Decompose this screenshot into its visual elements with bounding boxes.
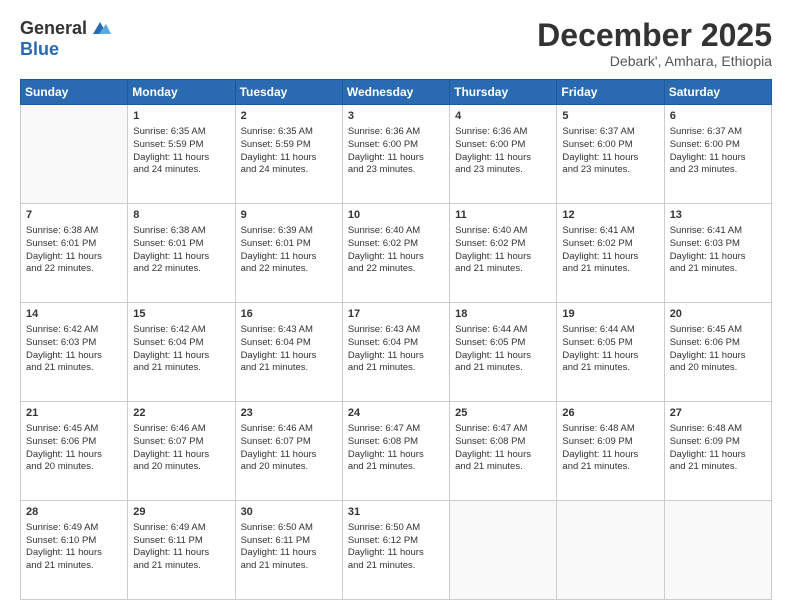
- calendar-cell: 1Sunrise: 6:35 AMSunset: 5:59 PMDaylight…: [128, 105, 235, 204]
- day-number: 25: [455, 406, 551, 421]
- calendar-cell: 19Sunrise: 6:44 AMSunset: 6:05 PMDayligh…: [557, 303, 664, 402]
- logo-general-text: General: [20, 18, 87, 39]
- calendar-cell: 2Sunrise: 6:35 AMSunset: 5:59 PMDaylight…: [235, 105, 342, 204]
- calendar-cell: 21Sunrise: 6:45 AMSunset: 6:06 PMDayligh…: [21, 402, 128, 501]
- logo: General Blue: [20, 18, 111, 60]
- calendar-header-row: SundayMondayTuesdayWednesdayThursdayFrid…: [21, 80, 772, 105]
- calendar-cell: 16Sunrise: 6:43 AMSunset: 6:04 PMDayligh…: [235, 303, 342, 402]
- calendar-cell: 4Sunrise: 6:36 AMSunset: 6:00 PMDaylight…: [450, 105, 557, 204]
- day-number: 3: [348, 109, 444, 124]
- calendar-cell: [450, 501, 557, 600]
- calendar-cell: 14Sunrise: 6:42 AMSunset: 6:03 PMDayligh…: [21, 303, 128, 402]
- calendar-cell: 11Sunrise: 6:40 AMSunset: 6:02 PMDayligh…: [450, 204, 557, 303]
- calendar-day-header: Wednesday: [342, 80, 449, 105]
- day-number: 17: [348, 307, 444, 322]
- calendar-cell: 17Sunrise: 6:43 AMSunset: 6:04 PMDayligh…: [342, 303, 449, 402]
- day-number: 18: [455, 307, 551, 322]
- calendar-cell: [557, 501, 664, 600]
- page: General Blue December 2025 Debark', Amha…: [0, 0, 792, 612]
- calendar-week-row: 21Sunrise: 6:45 AMSunset: 6:06 PMDayligh…: [21, 402, 772, 501]
- calendar-cell: [21, 105, 128, 204]
- calendar-cell: 30Sunrise: 6:50 AMSunset: 6:11 PMDayligh…: [235, 501, 342, 600]
- day-number: 6: [670, 109, 766, 124]
- calendar-cell: 18Sunrise: 6:44 AMSunset: 6:05 PMDayligh…: [450, 303, 557, 402]
- day-number: 30: [241, 505, 337, 520]
- day-number: 26: [562, 406, 658, 421]
- day-number: 10: [348, 208, 444, 223]
- day-number: 4: [455, 109, 551, 124]
- day-number: 22: [133, 406, 229, 421]
- day-number: 15: [133, 307, 229, 322]
- calendar-day-header: Saturday: [664, 80, 771, 105]
- calendar-cell: 25Sunrise: 6:47 AMSunset: 6:08 PMDayligh…: [450, 402, 557, 501]
- logo-icon: [89, 20, 111, 38]
- calendar-cell: 24Sunrise: 6:47 AMSunset: 6:08 PMDayligh…: [342, 402, 449, 501]
- title-block: December 2025 Debark', Amhara, Ethiopia: [537, 18, 772, 69]
- calendar-table: SundayMondayTuesdayWednesdayThursdayFrid…: [20, 79, 772, 600]
- calendar-cell: 6Sunrise: 6:37 AMSunset: 6:00 PMDaylight…: [664, 105, 771, 204]
- day-number: 2: [241, 109, 337, 124]
- day-number: 27: [670, 406, 766, 421]
- day-number: 5: [562, 109, 658, 124]
- calendar-cell: 13Sunrise: 6:41 AMSunset: 6:03 PMDayligh…: [664, 204, 771, 303]
- calendar-day-header: Tuesday: [235, 80, 342, 105]
- day-number: 19: [562, 307, 658, 322]
- calendar-week-row: 28Sunrise: 6:49 AMSunset: 6:10 PMDayligh…: [21, 501, 772, 600]
- calendar-week-row: 1Sunrise: 6:35 AMSunset: 5:59 PMDaylight…: [21, 105, 772, 204]
- calendar-cell: 23Sunrise: 6:46 AMSunset: 6:07 PMDayligh…: [235, 402, 342, 501]
- calendar-cell: 5Sunrise: 6:37 AMSunset: 6:00 PMDaylight…: [557, 105, 664, 204]
- calendar-week-row: 14Sunrise: 6:42 AMSunset: 6:03 PMDayligh…: [21, 303, 772, 402]
- day-number: 7: [26, 208, 122, 223]
- day-number: 1: [133, 109, 229, 124]
- calendar-cell: 3Sunrise: 6:36 AMSunset: 6:00 PMDaylight…: [342, 105, 449, 204]
- calendar-cell: 27Sunrise: 6:48 AMSunset: 6:09 PMDayligh…: [664, 402, 771, 501]
- calendar-cell: 31Sunrise: 6:50 AMSunset: 6:12 PMDayligh…: [342, 501, 449, 600]
- calendar-cell: 9Sunrise: 6:39 AMSunset: 6:01 PMDaylight…: [235, 204, 342, 303]
- location: Debark', Amhara, Ethiopia: [537, 53, 772, 69]
- day-number: 16: [241, 307, 337, 322]
- calendar-week-row: 7Sunrise: 6:38 AMSunset: 6:01 PMDaylight…: [21, 204, 772, 303]
- month-title: December 2025: [537, 18, 772, 53]
- calendar-cell: 26Sunrise: 6:48 AMSunset: 6:09 PMDayligh…: [557, 402, 664, 501]
- calendar-cell: 8Sunrise: 6:38 AMSunset: 6:01 PMDaylight…: [128, 204, 235, 303]
- calendar-cell: 22Sunrise: 6:46 AMSunset: 6:07 PMDayligh…: [128, 402, 235, 501]
- day-number: 8: [133, 208, 229, 223]
- calendar-cell: 12Sunrise: 6:41 AMSunset: 6:02 PMDayligh…: [557, 204, 664, 303]
- calendar-cell: 10Sunrise: 6:40 AMSunset: 6:02 PMDayligh…: [342, 204, 449, 303]
- day-number: 14: [26, 307, 122, 322]
- day-number: 29: [133, 505, 229, 520]
- day-number: 23: [241, 406, 337, 421]
- day-number: 31: [348, 505, 444, 520]
- day-number: 20: [670, 307, 766, 322]
- calendar-day-header: Monday: [128, 80, 235, 105]
- calendar-cell: 7Sunrise: 6:38 AMSunset: 6:01 PMDaylight…: [21, 204, 128, 303]
- calendar-day-header: Sunday: [21, 80, 128, 105]
- calendar-cell: 28Sunrise: 6:49 AMSunset: 6:10 PMDayligh…: [21, 501, 128, 600]
- day-number: 24: [348, 406, 444, 421]
- day-number: 21: [26, 406, 122, 421]
- header: General Blue December 2025 Debark', Amha…: [20, 18, 772, 69]
- day-number: 11: [455, 208, 551, 223]
- day-number: 28: [26, 505, 122, 520]
- logo-blue-text: Blue: [20, 39, 59, 60]
- day-number: 12: [562, 208, 658, 223]
- calendar-day-header: Thursday: [450, 80, 557, 105]
- calendar-cell: 20Sunrise: 6:45 AMSunset: 6:06 PMDayligh…: [664, 303, 771, 402]
- calendar-day-header: Friday: [557, 80, 664, 105]
- calendar-cell: 29Sunrise: 6:49 AMSunset: 6:11 PMDayligh…: [128, 501, 235, 600]
- calendar-cell: [664, 501, 771, 600]
- day-number: 9: [241, 208, 337, 223]
- calendar-cell: 15Sunrise: 6:42 AMSunset: 6:04 PMDayligh…: [128, 303, 235, 402]
- day-number: 13: [670, 208, 766, 223]
- calendar-body: 1Sunrise: 6:35 AMSunset: 5:59 PMDaylight…: [21, 105, 772, 600]
